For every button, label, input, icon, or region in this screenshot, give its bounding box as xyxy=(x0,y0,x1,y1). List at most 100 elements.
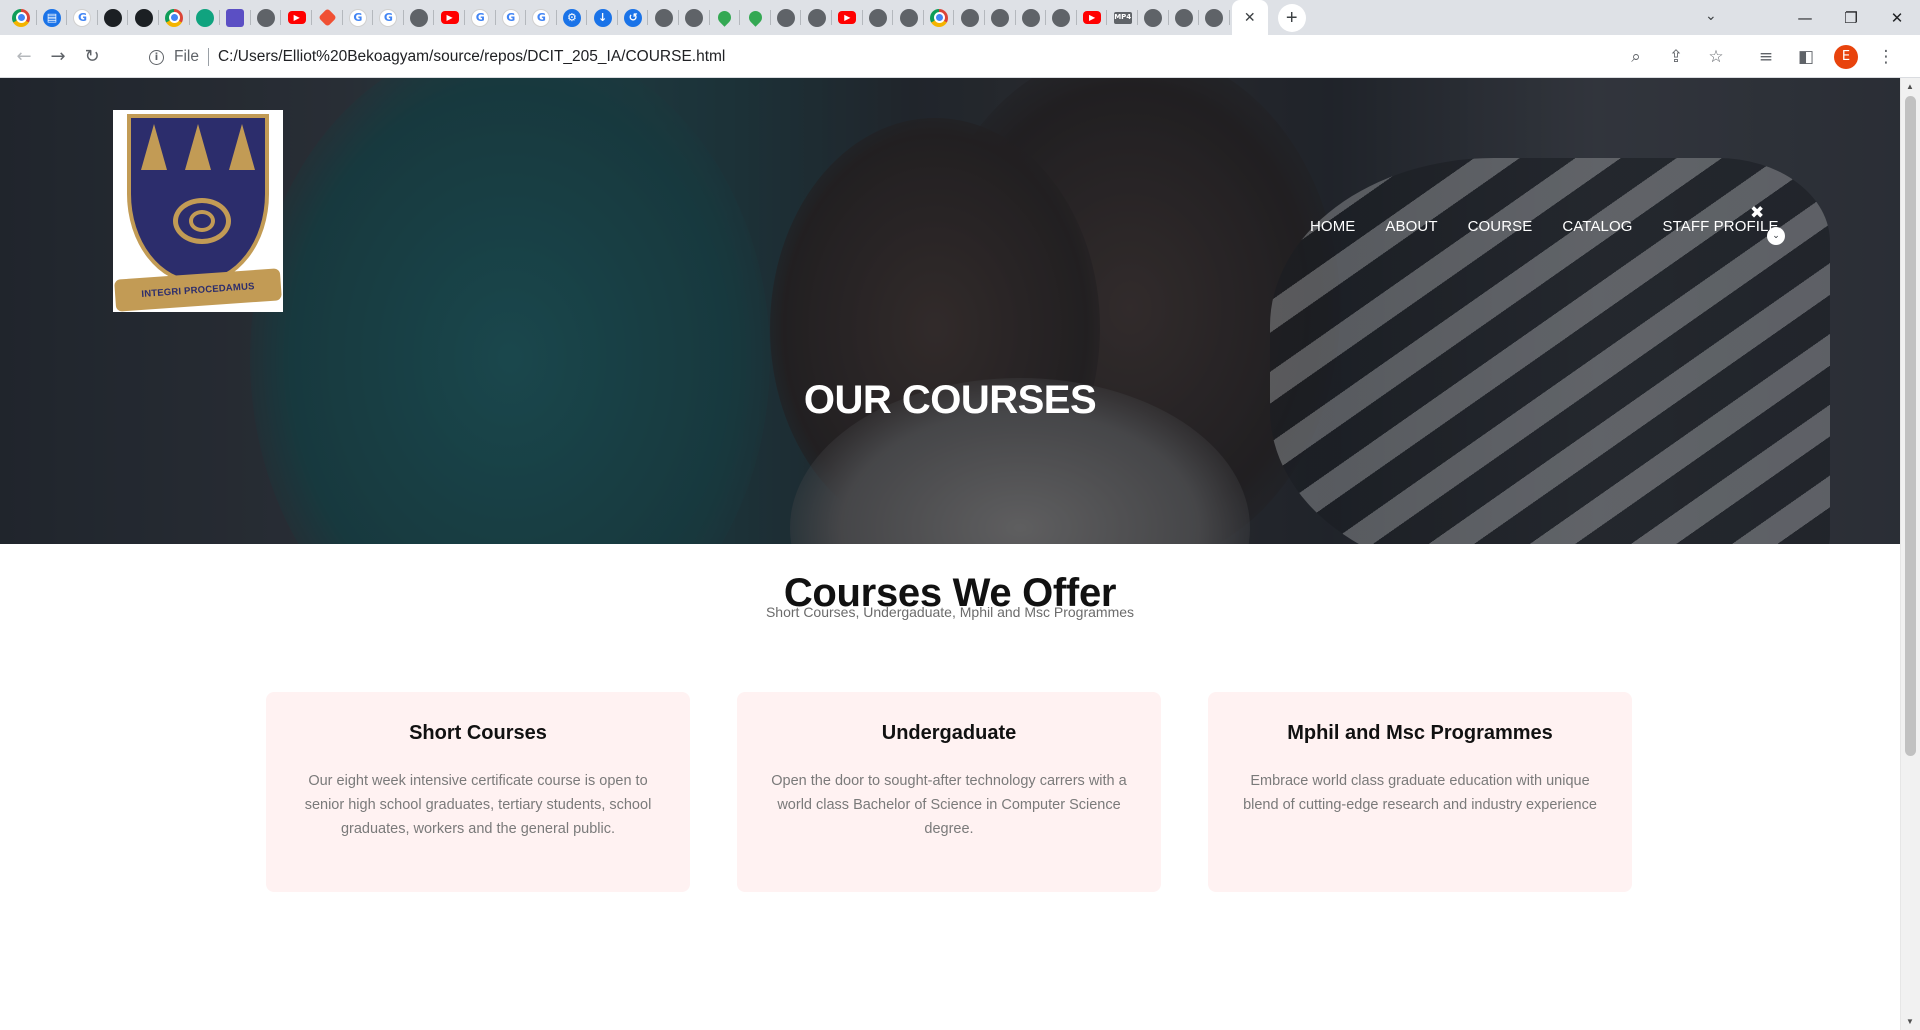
course-card-undergraduate[interactable]: Undergaduate Open the door to sought-aft… xyxy=(737,692,1161,892)
browser-tab[interactable] xyxy=(985,0,1016,35)
browser-tab[interactable] xyxy=(404,0,435,35)
browser-tab[interactable]: ▤ xyxy=(37,0,68,35)
browser-tab[interactable]: ↓ xyxy=(587,0,618,35)
browser-tab[interactable]: MP4 xyxy=(1107,0,1138,35)
close-tab-icon[interactable]: ✕ xyxy=(1244,9,1256,26)
reload-icon[interactable]: ↻ xyxy=(76,40,108,72)
profile-button[interactable]: E xyxy=(1826,41,1866,73)
scheme-label: File xyxy=(174,48,199,65)
logo-ribbon: INTEGRI PROCEDAMUS xyxy=(114,268,282,312)
browser-tab[interactable] xyxy=(98,0,129,35)
azure-icon xyxy=(226,8,245,27)
browser-tab[interactable] xyxy=(1046,0,1077,35)
address-bar[interactable]: i File C:/Users/Elliot%20Bekoagyam/sourc… xyxy=(137,40,1637,74)
scroll-up-icon[interactable]: ▲ xyxy=(1906,82,1914,91)
browser-tab[interactable]: ⚙ xyxy=(557,0,588,35)
browser-tab[interactable] xyxy=(1016,0,1047,35)
globe-icon xyxy=(685,8,704,27)
browser-tab[interactable] xyxy=(190,0,221,35)
chevron-down-icon[interactable]: ⌄ xyxy=(1767,227,1785,245)
university-logo[interactable]: INTEGRI PROCEDAMUS xyxy=(113,110,283,312)
browser-tab[interactable] xyxy=(6,0,37,35)
nav-close-icon[interactable]: ✖ xyxy=(1750,205,1764,222)
share-icon[interactable]: ⇪ xyxy=(1656,41,1696,73)
browser-tab[interactable] xyxy=(801,0,832,35)
browser-tab[interactable]: G xyxy=(67,0,98,35)
bookmark-star-icon[interactable]: ☆ xyxy=(1696,41,1736,73)
globe-icon xyxy=(899,8,918,27)
maps-icon xyxy=(746,8,765,27)
browser-tab[interactable]: ↺ xyxy=(618,0,649,35)
active-tab[interactable]: ✕ xyxy=(1231,0,1268,35)
browser-tab[interactable] xyxy=(679,0,710,35)
browser-tab[interactable]: ▶ xyxy=(281,0,312,35)
restore-button[interactable]: ❐ xyxy=(1828,0,1874,35)
globe-icon xyxy=(777,8,796,27)
course-card-short[interactable]: Short Courses Our eight week intensive c… xyxy=(266,692,690,892)
browser-tab[interactable]: ▶ xyxy=(434,0,465,35)
browser-tab[interactable]: G xyxy=(343,0,374,35)
avatar: E xyxy=(1834,44,1858,69)
download-icon: ↓ xyxy=(593,8,612,27)
browser-tab[interactable]: G xyxy=(373,0,404,35)
browser-tab[interactable] xyxy=(159,0,190,35)
page-scrollbar[interactable]: ▲ ▼ xyxy=(1900,78,1920,1030)
zoom-icon[interactable]: ⌕ xyxy=(1616,41,1656,73)
globe-icon xyxy=(1021,8,1040,27)
reading-list-icon[interactable]: ≡ xyxy=(1746,41,1786,73)
browser-tab[interactable] xyxy=(954,0,985,35)
menu-dots-icon[interactable]: ⋮ xyxy=(1866,41,1906,73)
browser-tab[interactable]: ▶ xyxy=(1077,0,1108,35)
browser-tab[interactable] xyxy=(128,0,159,35)
card-text: Open the door to sought-after technology… xyxy=(771,773,1127,837)
browser-tab[interactable] xyxy=(863,0,894,35)
browser-tab[interactable] xyxy=(893,0,924,35)
course-card-graduate[interactable]: Mphil and Msc Programmes Embrace world c… xyxy=(1208,692,1632,892)
url-text[interactable]: C:/Users/Elliot%20Bekoagyam/source/repos… xyxy=(218,48,725,66)
scrollbar-thumb[interactable] xyxy=(1905,96,1916,756)
youtube-icon: ▶ xyxy=(838,11,857,24)
logo-swirl-icon xyxy=(189,210,215,232)
browser-tab[interactable] xyxy=(312,0,343,35)
side-panel-icon[interactable]: ◧ xyxy=(1786,41,1826,73)
browser-tab[interactable] xyxy=(771,0,802,35)
globe-icon xyxy=(807,8,826,27)
info-icon[interactable]: i xyxy=(149,49,164,65)
card-title: Mphil and Msc Programmes xyxy=(1287,722,1553,744)
browser-tab[interactable]: G xyxy=(526,0,557,35)
window-controls: — ❐ ✕ xyxy=(1782,0,1920,35)
nav-link-home[interactable]: HOME xyxy=(1310,218,1355,235)
browser-tab[interactable] xyxy=(1169,0,1200,35)
chrome-icon xyxy=(165,8,184,27)
browser-tab[interactable] xyxy=(1138,0,1169,35)
scroll-down-icon[interactable]: ▼ xyxy=(1906,1017,1914,1026)
tab-search-icon[interactable]: ⌄ xyxy=(1705,7,1717,24)
browser-tab[interactable] xyxy=(710,0,741,35)
browser-tab[interactable]: G xyxy=(465,0,496,35)
nav-link-course[interactable]: COURSE xyxy=(1468,218,1533,235)
tab-list: ▤ G ▶ G G ▶ G G G ⚙ ↓ ↺ ▶ ▶ MP4 xyxy=(0,0,1230,35)
globe-icon xyxy=(868,8,887,27)
browser-tab[interactable] xyxy=(220,0,251,35)
close-window-button[interactable]: ✕ xyxy=(1874,0,1920,35)
hero-banner: INTEGRI PROCEDAMUS HOME ABOUT COURSE CATALO… xyxy=(0,78,1900,544)
minimize-button[interactable]: — xyxy=(1782,0,1828,35)
browser-tab[interactable] xyxy=(648,0,679,35)
history-icon: ↺ xyxy=(624,8,643,27)
back-arrow-icon[interactable]: ← xyxy=(8,40,40,72)
browser-tab[interactable]: G xyxy=(496,0,527,35)
card-title: Short Courses xyxy=(409,722,547,744)
logo-tree-icon xyxy=(185,124,211,170)
nav-link-catalog[interactable]: CATALOG xyxy=(1562,218,1632,235)
forward-arrow-icon[interactable]: → xyxy=(42,40,74,72)
globe-icon xyxy=(257,8,276,27)
chrome-icon xyxy=(12,8,31,27)
new-tab-button[interactable]: + xyxy=(1277,3,1306,32)
nav-link-about[interactable]: ABOUT xyxy=(1385,218,1437,235)
browser-tab[interactable]: ▶ xyxy=(832,0,863,35)
browser-tab[interactable] xyxy=(1199,0,1230,35)
browser-tab[interactable] xyxy=(924,0,955,35)
browser-tab[interactable] xyxy=(251,0,282,35)
page-title: OUR COURSES xyxy=(803,378,1097,422)
browser-tab[interactable] xyxy=(740,0,771,35)
